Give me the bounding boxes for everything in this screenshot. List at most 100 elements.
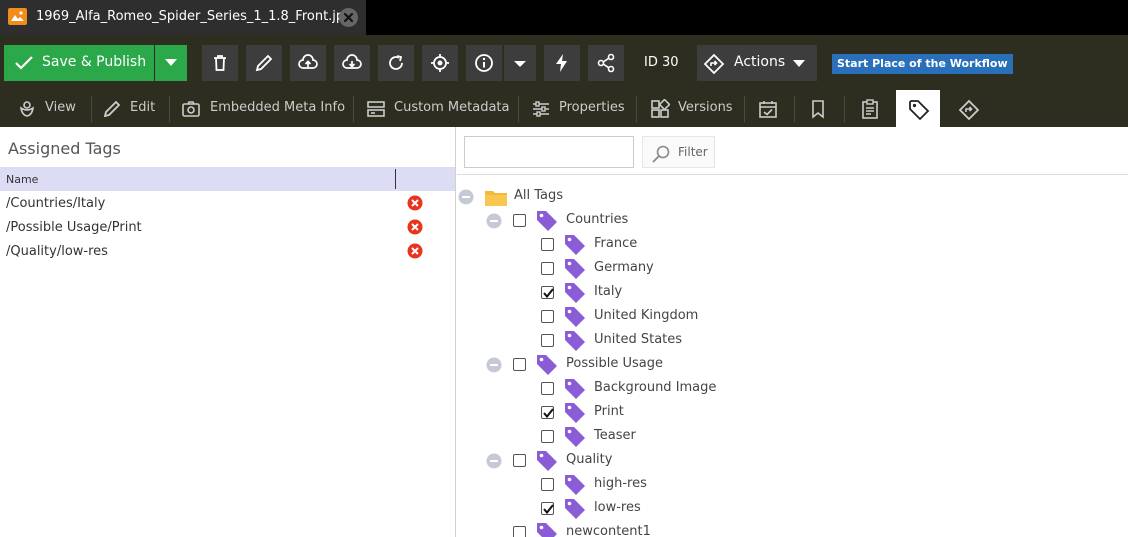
tab-custom-metadata[interactable]: Custom Metadata	[366, 90, 510, 127]
tree-leaf-united-kingdom[interactable]: United Kingdom	[457, 305, 757, 329]
tag-icon	[537, 523, 557, 537]
tag-icon	[565, 331, 585, 351]
tab-embedded-meta-info[interactable]: Embedded Meta Info	[181, 90, 345, 127]
tag-checkbox[interactable]	[513, 454, 526, 467]
tree-leaf-germany[interactable]: Germany	[457, 257, 757, 281]
tab-view[interactable]: View	[17, 90, 77, 127]
tag-icon	[909, 100, 930, 121]
close-icon[interactable]	[339, 8, 358, 27]
info-button[interactable]	[466, 45, 502, 81]
divider	[91, 96, 92, 122]
download-button[interactable]	[334, 45, 370, 81]
name-column-header[interactable]: Name	[6, 173, 38, 186]
check-icon	[543, 408, 554, 419]
tree-node-label: Background Image	[594, 380, 717, 395]
table-row[interactable]: /Possible Usage/Print	[0, 215, 455, 239]
info-dropdown-button[interactable]	[504, 45, 536, 81]
tree-group-newcontent1[interactable]: newcontent1	[457, 521, 757, 537]
divider	[744, 96, 745, 122]
tab-workflow[interactable]	[946, 90, 990, 127]
tag-checkbox[interactable]	[541, 310, 554, 323]
tab-versions-label: Versions	[678, 100, 733, 115]
actions-label: Actions	[734, 54, 786, 70]
tab-properties[interactable]: Properties	[531, 90, 626, 127]
share-button[interactable]	[588, 45, 624, 81]
tree-leaf-france[interactable]: France	[457, 233, 757, 257]
tab-edit[interactable]: Edit	[102, 90, 160, 127]
tree-leaf-italy[interactable]: Italy	[457, 281, 757, 305]
tag-checkbox-checked[interactable]	[541, 406, 554, 419]
save-publish-label: Save & Publish	[42, 54, 147, 70]
remove-icon[interactable]	[407, 219, 423, 235]
tree-leaf-low-res[interactable]: low-res	[457, 497, 757, 521]
tag-checkbox[interactable]	[541, 334, 554, 347]
tree-group-countries[interactable]: Countries	[457, 209, 757, 233]
tree-leaf-united-states[interactable]: United States	[457, 329, 757, 353]
metadata-icon	[367, 101, 385, 117]
info-icon	[475, 54, 493, 72]
tag-checkbox[interactable]	[513, 358, 526, 371]
upload-button[interactable]	[290, 45, 326, 81]
tag-icon	[537, 355, 557, 375]
tab-schedule[interactable]	[746, 90, 790, 127]
delete-button[interactable]	[202, 45, 238, 81]
tree-leaf-high-res[interactable]: high-res	[457, 473, 757, 497]
tree-node-label: Possible Usage	[566, 356, 663, 371]
collapse-icon[interactable]	[458, 189, 474, 205]
workflow-place-badge[interactable]: Start Place of the Workflow	[832, 54, 1013, 74]
tag-checkbox[interactable]	[541, 430, 554, 443]
remove-icon[interactable]	[407, 195, 423, 211]
tag-checkbox-checked[interactable]	[541, 502, 554, 515]
check-icon	[543, 504, 554, 515]
tree-node-label: Teaser	[594, 428, 636, 443]
tag-checkbox[interactable]	[541, 238, 554, 251]
assigned-tags-panel: Assigned Tags Name /Countries/Italy /Pos…	[0, 127, 456, 537]
tree-group-possible-usage[interactable]: Possible Usage	[457, 353, 757, 377]
tag-checkbox[interactable]	[541, 382, 554, 395]
route-icon	[703, 53, 725, 75]
edit-button[interactable]	[246, 45, 282, 81]
tree-leaf-teaser[interactable]: Teaser	[457, 425, 757, 449]
tree-root-all-tags[interactable]: All Tags	[457, 185, 757, 209]
camera-icon	[182, 101, 200, 117]
column-resize-handle[interactable]	[395, 169, 396, 189]
tree-leaf-background-image[interactable]: Background Image	[457, 377, 757, 401]
tab-tags[interactable]	[896, 90, 940, 127]
caret-down-icon	[165, 59, 177, 66]
pencil-icon	[255, 54, 273, 72]
tag-icon	[565, 403, 585, 423]
tree-node-label: United Kingdom	[594, 308, 699, 323]
tree-group-quality[interactable]: Quality	[457, 449, 757, 473]
tag-checkbox[interactable]	[513, 214, 526, 227]
document-tab[interactable]: 1969_Alfa_Romeo_Spider_Series_1_1.8_Fron…	[0, 0, 366, 35]
locate-button[interactable]	[422, 45, 458, 81]
tag-checkbox[interactable]	[541, 262, 554, 275]
reload-button[interactable]	[378, 45, 414, 81]
quick-action-button[interactable]	[544, 45, 580, 81]
table-row[interactable]: /Countries/Italy	[0, 191, 455, 215]
caret-down-icon	[793, 60, 805, 67]
tab-tasks[interactable]	[848, 90, 892, 127]
collapse-icon[interactable]	[486, 213, 502, 229]
collapse-icon[interactable]	[486, 453, 502, 469]
remove-icon[interactable]	[407, 243, 423, 259]
share-arrow-icon	[958, 99, 980, 121]
grid-header: Name	[0, 167, 455, 191]
tag-icon	[565, 379, 585, 399]
search-icon	[652, 145, 670, 163]
tag-checkbox[interactable]	[541, 478, 554, 491]
table-row[interactable]: /Quality/low-res	[0, 239, 455, 263]
tree-leaf-print[interactable]: Print	[457, 401, 757, 425]
folder-icon	[485, 191, 507, 206]
image-icon	[8, 8, 27, 25]
tag-checkbox-checked[interactable]	[541, 286, 554, 299]
tab-notes[interactable]	[796, 90, 840, 127]
collapse-icon[interactable]	[486, 357, 502, 373]
tab-versions[interactable]: Versions	[650, 90, 735, 127]
actions-button[interactable]: Actions	[697, 45, 817, 81]
tag-search-input[interactable]	[464, 136, 634, 168]
save-publish-button[interactable]: Save & Publish	[4, 45, 154, 81]
tag-checkbox[interactable]	[513, 526, 526, 537]
filter-button[interactable]: Filter	[642, 136, 715, 168]
save-publish-dropdown-button[interactable]	[155, 45, 187, 81]
